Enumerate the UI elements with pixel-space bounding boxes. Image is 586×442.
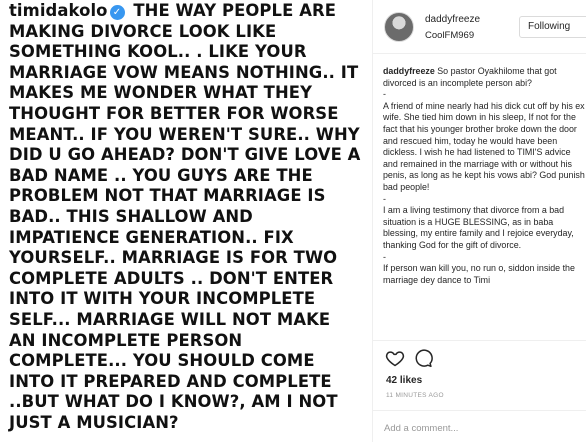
post-timestamp[interactable]: 11 MINUTES AGO (386, 392, 444, 399)
like-count[interactable]: 42 likes (386, 375, 422, 386)
comment-paragraph-2: A friend of mine nearly had his dick cut… (383, 100, 585, 192)
avatar[interactable] (384, 12, 414, 42)
add-comment-bar (373, 410, 586, 442)
caption-panel: timidakolo ✓ THE WAY PEOPLE ARE MAKING DI… (0, 0, 362, 442)
comment-item: daddyfreeze So pastor Oyakhilome that go… (383, 66, 586, 286)
comment-author[interactable]: daddyfreeze (383, 66, 435, 76)
post-location[interactable]: CoolFM969 (425, 30, 474, 41)
caption-username[interactable]: timidakolo (9, 1, 108, 20)
heart-icon[interactable] (385, 348, 405, 368)
add-comment-input[interactable] (384, 420, 579, 436)
comment-separator: - (383, 193, 386, 204)
comment-list: daddyfreeze So pastor Oyakhilome that go… (383, 66, 586, 340)
comment-separator: - (383, 251, 386, 262)
post-username[interactable]: daddyfreeze (425, 14, 480, 25)
post-actions (373, 340, 586, 370)
comment-icon[interactable] (413, 348, 433, 368)
comment-paragraph-6: If person wan kill you, no run o, siddon… (383, 263, 575, 285)
verified-badge-icon: ✓ (109, 5, 125, 20)
caption-body: THE WAY PEOPLE ARE MAKING DIVORCE LOOK L… (9, 1, 361, 432)
instagram-post-panel: daddyfreeze CoolFM969 Following daddyfre… (372, 0, 586, 442)
comment-separator: - (383, 89, 386, 100)
caption-text-block: timidakolo ✓ THE WAY PEOPLE ARE MAKING DI… (9, 1, 362, 433)
following-button[interactable]: Following (519, 16, 586, 38)
post-header: daddyfreeze CoolFM969 Following (373, 0, 586, 54)
comment-paragraph-4: I am a living testimony that divorce fro… (383, 205, 574, 250)
comment-paragraph-0: daddyfreeze So pastor Oyakhilome that go… (383, 66, 586, 89)
